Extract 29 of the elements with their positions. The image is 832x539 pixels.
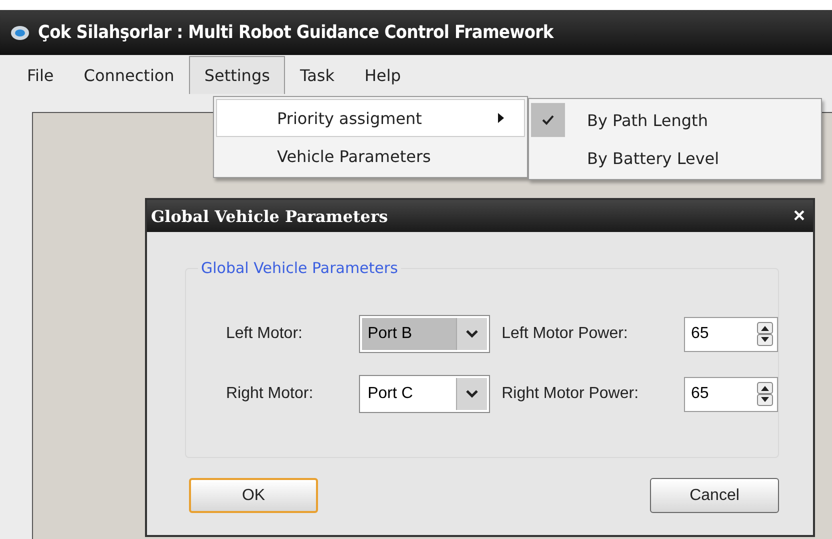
dialog-title: Global Vehicle Parameters [151,206,388,226]
menu-item[interactable]: File [12,56,69,94]
chevron-down-icon [466,390,478,398]
field-label: Right Motor Power: [502,385,640,403]
dialog-button[interactable]: OK [189,478,318,513]
menu-item[interactable]: Settings [189,56,285,94]
app-icon [10,24,30,40]
power-spinner[interactable]: 65 [684,316,778,352]
menu-item[interactable]: Task [284,56,350,94]
close-button[interactable]: × [789,206,809,226]
port-dropdown[interactable]: Port B [358,315,490,353]
power-spinner[interactable]: 65 [684,376,778,412]
menu-entry[interactable]: By Path Length [531,101,819,139]
menu-item[interactable]: Help [349,56,416,94]
chevron-down-icon [466,330,478,338]
menu-entry[interactable]: Priority assigment [216,99,525,137]
submenu-arrow-icon [498,113,504,123]
spin-arrows-icon [757,322,773,346]
field-label: Left Motor: [226,325,304,343]
menu-item[interactable]: Connection [68,56,190,94]
port-dropdown[interactable]: Port C [358,375,490,413]
menu-entry[interactable]: Vehicle Parameters [216,137,525,175]
field-label: Right Motor: [226,385,314,403]
menu-entry[interactable]: By Battery Level [531,139,819,177]
window-title: Çok Silahşorlar : Multi Robot Guidance Control Framework [38,22,554,43]
check-icon [542,115,554,125]
dialog-button[interactable]: Cancel [650,478,779,513]
field-label: Left Motor Power: [502,325,629,343]
spin-arrows-icon [757,382,773,406]
